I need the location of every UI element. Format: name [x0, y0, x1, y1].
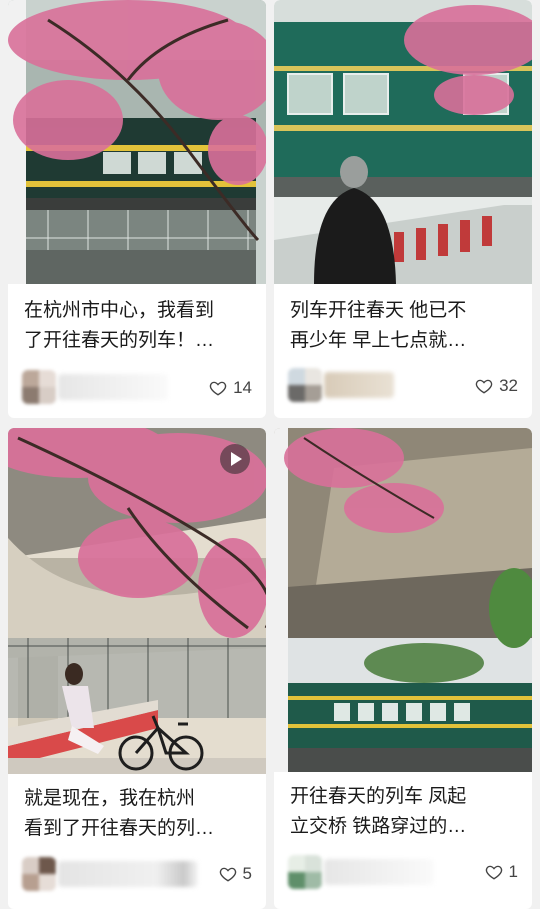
play-icon	[220, 444, 250, 474]
like-button[interactable]: 14	[209, 378, 252, 398]
post-title-line[interactable]: 在杭州市中心，我看到	[24, 296, 256, 326]
post-title-line[interactable]: 就是现在，我在杭州	[24, 784, 256, 814]
post-card-3[interactable]: 就是现在，我在杭州 看到了开往春天的列… 5	[8, 428, 266, 909]
author-info-blurred[interactable]	[288, 368, 394, 402]
like-button[interactable]: 32	[475, 376, 518, 396]
post-card-4[interactable]: 开往春天的列车 凤起 立交桥 铁路穿过的… 1	[274, 428, 532, 909]
post-title-line[interactable]: 开往春天的列车 凤起	[290, 782, 522, 812]
post-card-2[interactable]: 列车开往春天 他已不 再少年 早上七点就… 32	[274, 0, 532, 418]
like-button[interactable]: 5	[219, 864, 252, 884]
post-thumbnail[interactable]	[274, 0, 532, 284]
avatar	[288, 855, 322, 889]
author-info-blurred[interactable]	[22, 857, 198, 891]
avatar	[288, 368, 322, 402]
post-title-line[interactable]: 看到了开往春天的列…	[24, 814, 256, 844]
post-thumbnail[interactable]	[8, 428, 266, 774]
author-name-blurred	[58, 861, 198, 887]
post-title-line[interactable]: 再少年 早上七点就…	[290, 326, 522, 356]
like-count: 14	[233, 378, 252, 397]
author-name-blurred	[58, 374, 168, 400]
post-title-line[interactable]: 立交桥 铁路穿过的…	[290, 812, 522, 842]
avatar	[22, 370, 56, 404]
author-info-blurred[interactable]	[22, 370, 168, 404]
heart-outline-icon	[219, 867, 236, 882]
heart-outline-icon	[475, 379, 493, 394]
overpass-blossom-train-photo	[274, 428, 532, 772]
like-button[interactable]: 1	[485, 862, 518, 882]
avatar	[22, 857, 56, 891]
heart-outline-icon	[485, 865, 502, 880]
like-count: 5	[242, 864, 252, 883]
author-info-blurred[interactable]	[288, 855, 434, 889]
post-title-line[interactable]: 列车开往春天 他已不	[290, 296, 522, 326]
like-count: 1	[508, 862, 518, 881]
post-thumbnail[interactable]	[274, 428, 532, 772]
post-card-1[interactable]: 在杭州市中心，我看到 了开往春天的列车！… 14	[8, 0, 266, 418]
cherry-blossom-train-photo	[8, 0, 266, 284]
post-title-line[interactable]: 了开往春天的列车！…	[24, 326, 256, 356]
like-count: 32	[499, 376, 518, 395]
heart-outline-icon	[209, 381, 227, 396]
post-thumbnail[interactable]	[8, 0, 266, 284]
author-name-blurred	[324, 372, 394, 398]
author-name-blurred	[324, 859, 434, 885]
man-watching-train-photo	[274, 0, 532, 284]
woman-blossom-bridge-photo	[8, 428, 266, 774]
